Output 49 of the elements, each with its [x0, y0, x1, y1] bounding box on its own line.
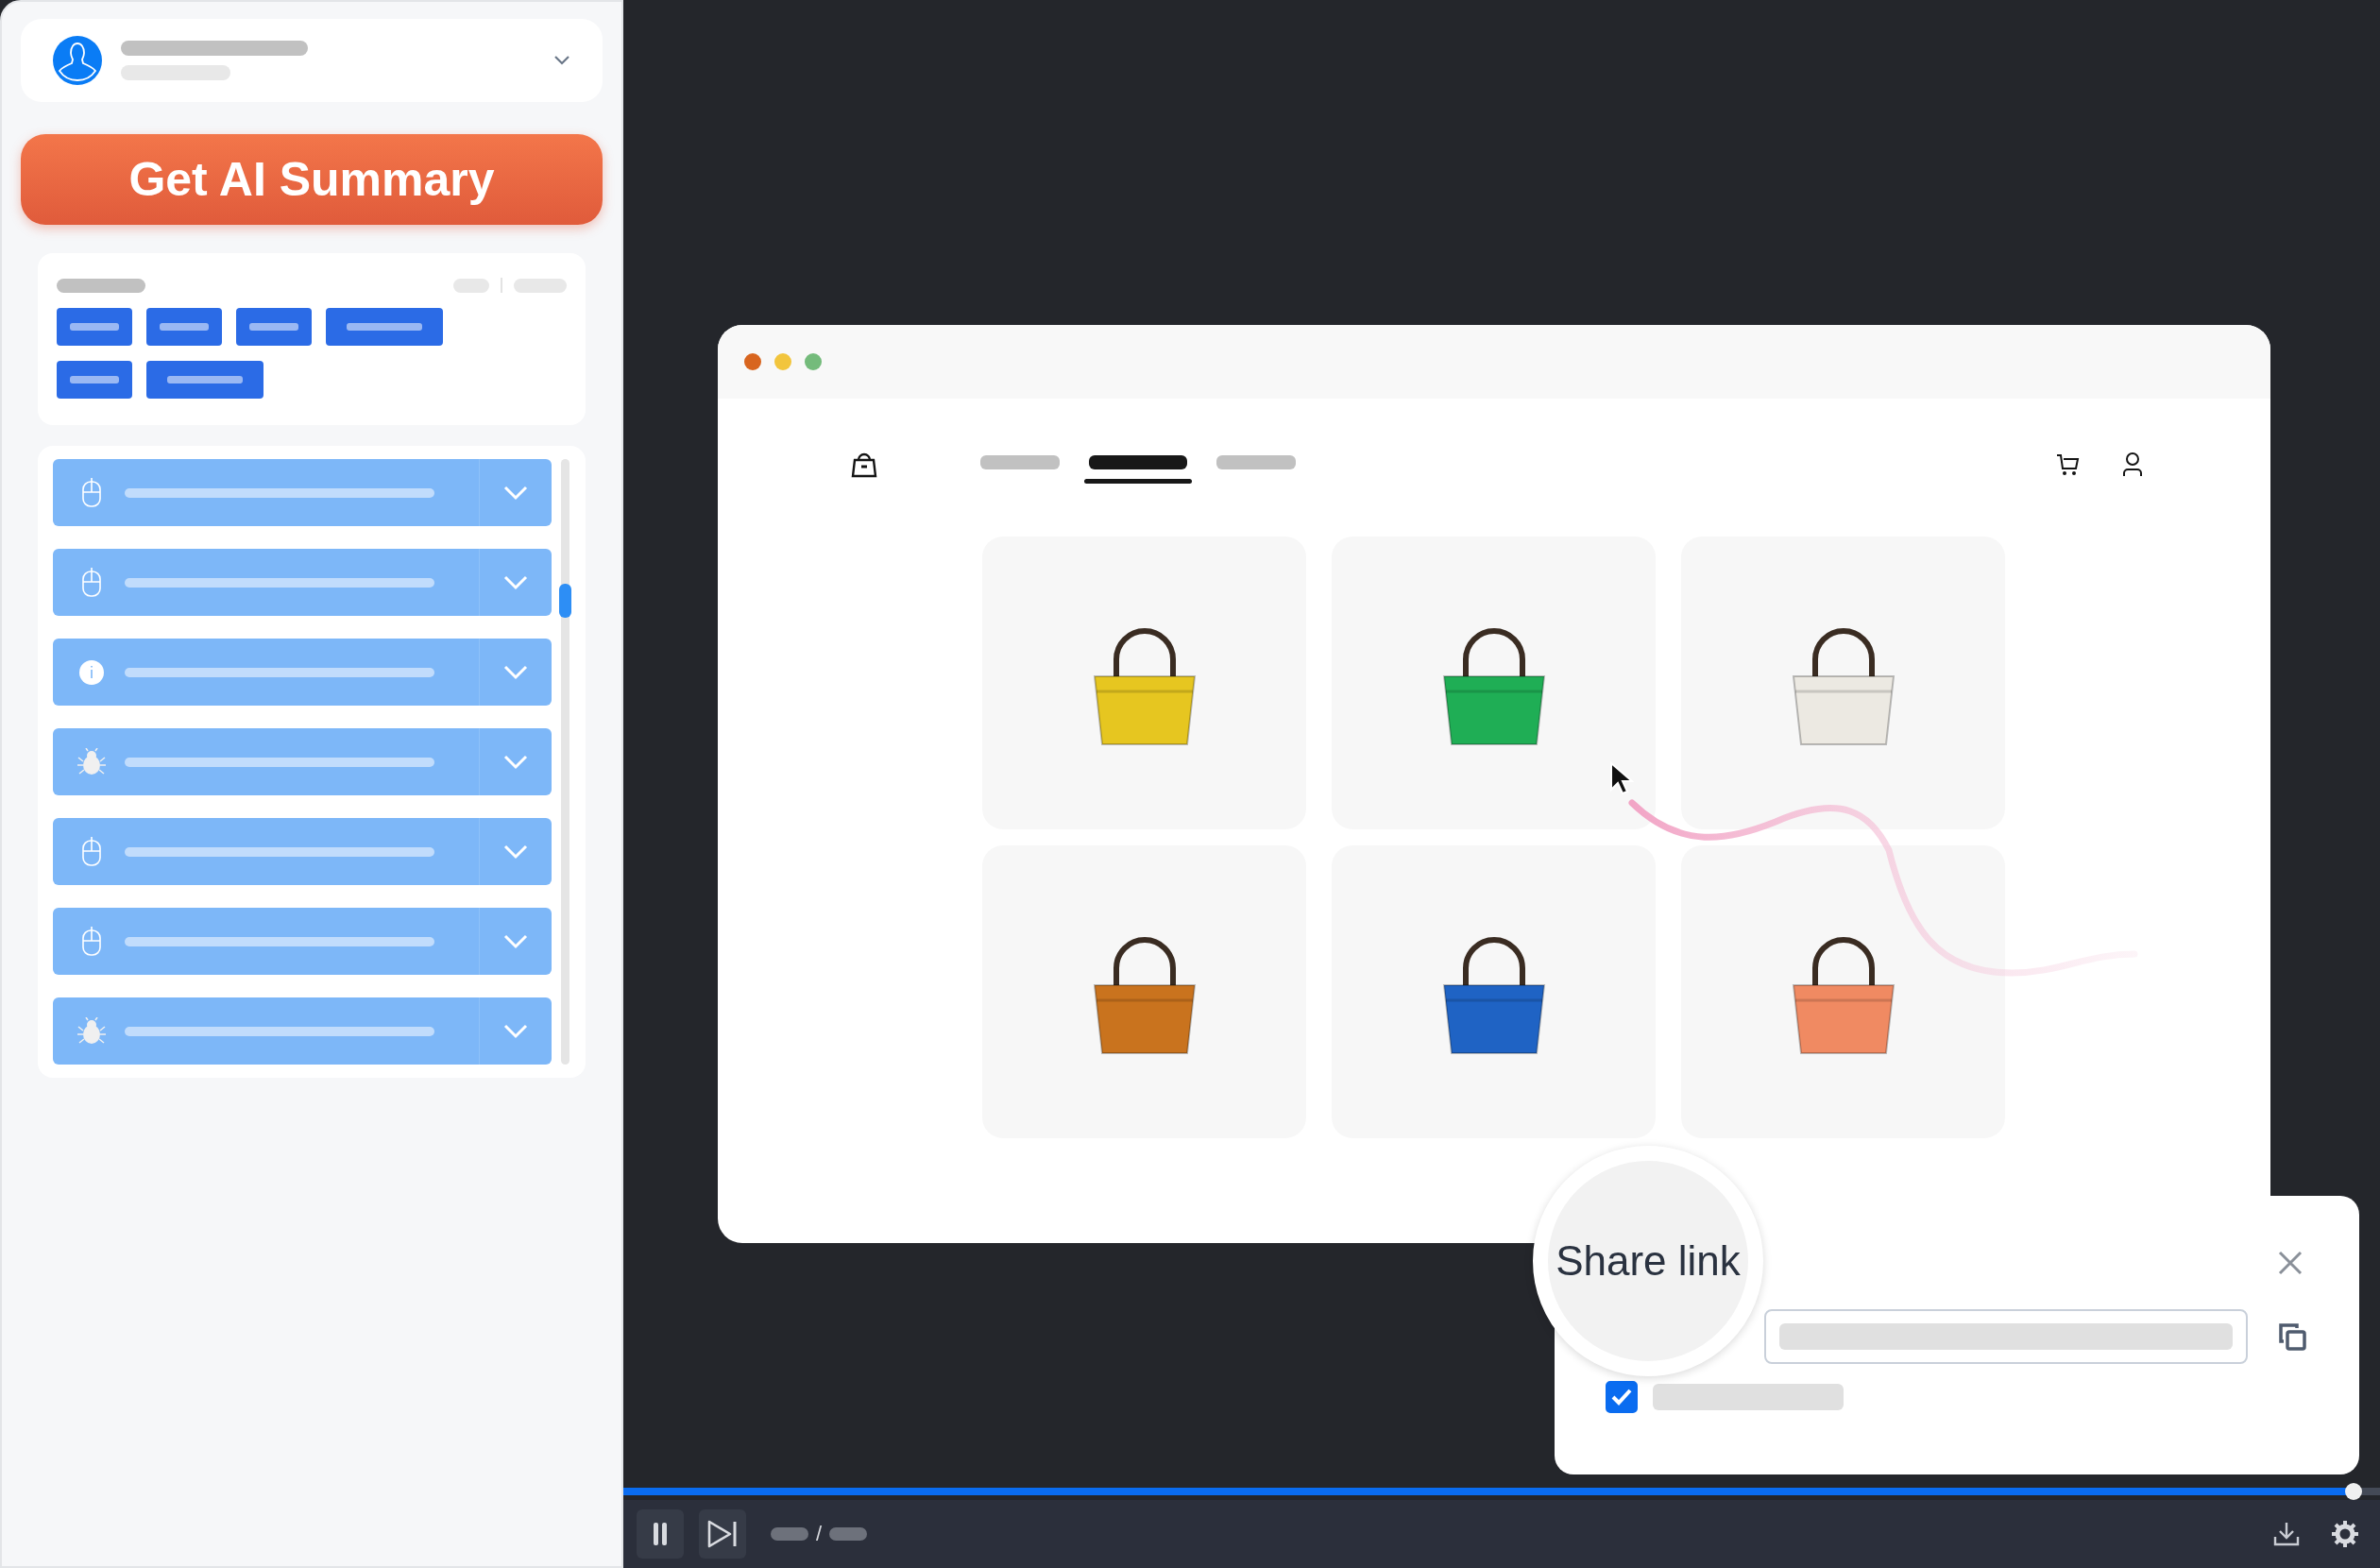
- copy-icon[interactable]: [2276, 1321, 2308, 1353]
- tag[interactable]: [146, 361, 264, 399]
- event-row[interactable]: [53, 549, 552, 616]
- scrollbar-thumb[interactable]: [559, 584, 571, 618]
- event-row[interactable]: [53, 728, 552, 795]
- cursor-icon: [1609, 761, 1634, 795]
- event-row[interactable]: [53, 639, 552, 706]
- tag[interactable]: [57, 361, 132, 399]
- product-card[interactable]: [1332, 537, 1656, 829]
- cart-icon[interactable]: [2055, 452, 2082, 478]
- checkmark-icon: [1611, 1389, 1632, 1406]
- window-control-dot[interactable]: [805, 353, 822, 370]
- pause-icon: [654, 1523, 667, 1545]
- tag[interactable]: [57, 308, 132, 346]
- window-control-dot[interactable]: [744, 353, 761, 370]
- tag[interactable]: [326, 308, 443, 346]
- chevron-down-icon[interactable]: [553, 55, 570, 66]
- avatar-icon: [53, 36, 102, 85]
- bug-icon: [77, 1016, 106, 1046]
- shopping-bag-icon[interactable]: [850, 451, 878, 479]
- link-field[interactable]: [1764, 1309, 2248, 1364]
- product-card[interactable]: [982, 845, 1306, 1138]
- event-row[interactable]: [53, 459, 552, 526]
- close-icon[interactable]: [2277, 1250, 2304, 1276]
- user-icon[interactable]: [2121, 452, 2144, 478]
- progress-handle[interactable]: [2345, 1483, 2363, 1500]
- next-button[interactable]: [699, 1509, 746, 1559]
- settings-icon[interactable]: [2331, 1520, 2359, 1548]
- event-row[interactable]: [53, 818, 552, 885]
- time-separator: /: [816, 1522, 823, 1546]
- dialog-title: Share link: [1556, 1237, 1741, 1285]
- event-row[interactable]: [53, 997, 552, 1065]
- summary-button[interactable]: Get AI Summary: [21, 134, 603, 225]
- product-card[interactable]: [1681, 845, 2005, 1138]
- profile-card[interactable]: [21, 19, 603, 102]
- download-icon[interactable]: [2272, 1520, 2301, 1548]
- pause-button[interactable]: [637, 1509, 684, 1559]
- skip-next-icon: [706, 1519, 739, 1549]
- window-control-dot[interactable]: [774, 353, 791, 370]
- tag[interactable]: [146, 308, 222, 346]
- time-placeholder: [771, 1527, 808, 1541]
- info-icon: [77, 657, 106, 687]
- event-row[interactable]: [53, 908, 552, 975]
- bug-icon: [77, 747, 106, 776]
- product-card[interactable]: [1332, 845, 1656, 1138]
- tag[interactable]: [236, 308, 312, 346]
- checkbox[interactable]: [1606, 1381, 1638, 1413]
- time-placeholder: [829, 1527, 868, 1541]
- scrollbar[interactable]: [561, 459, 570, 1065]
